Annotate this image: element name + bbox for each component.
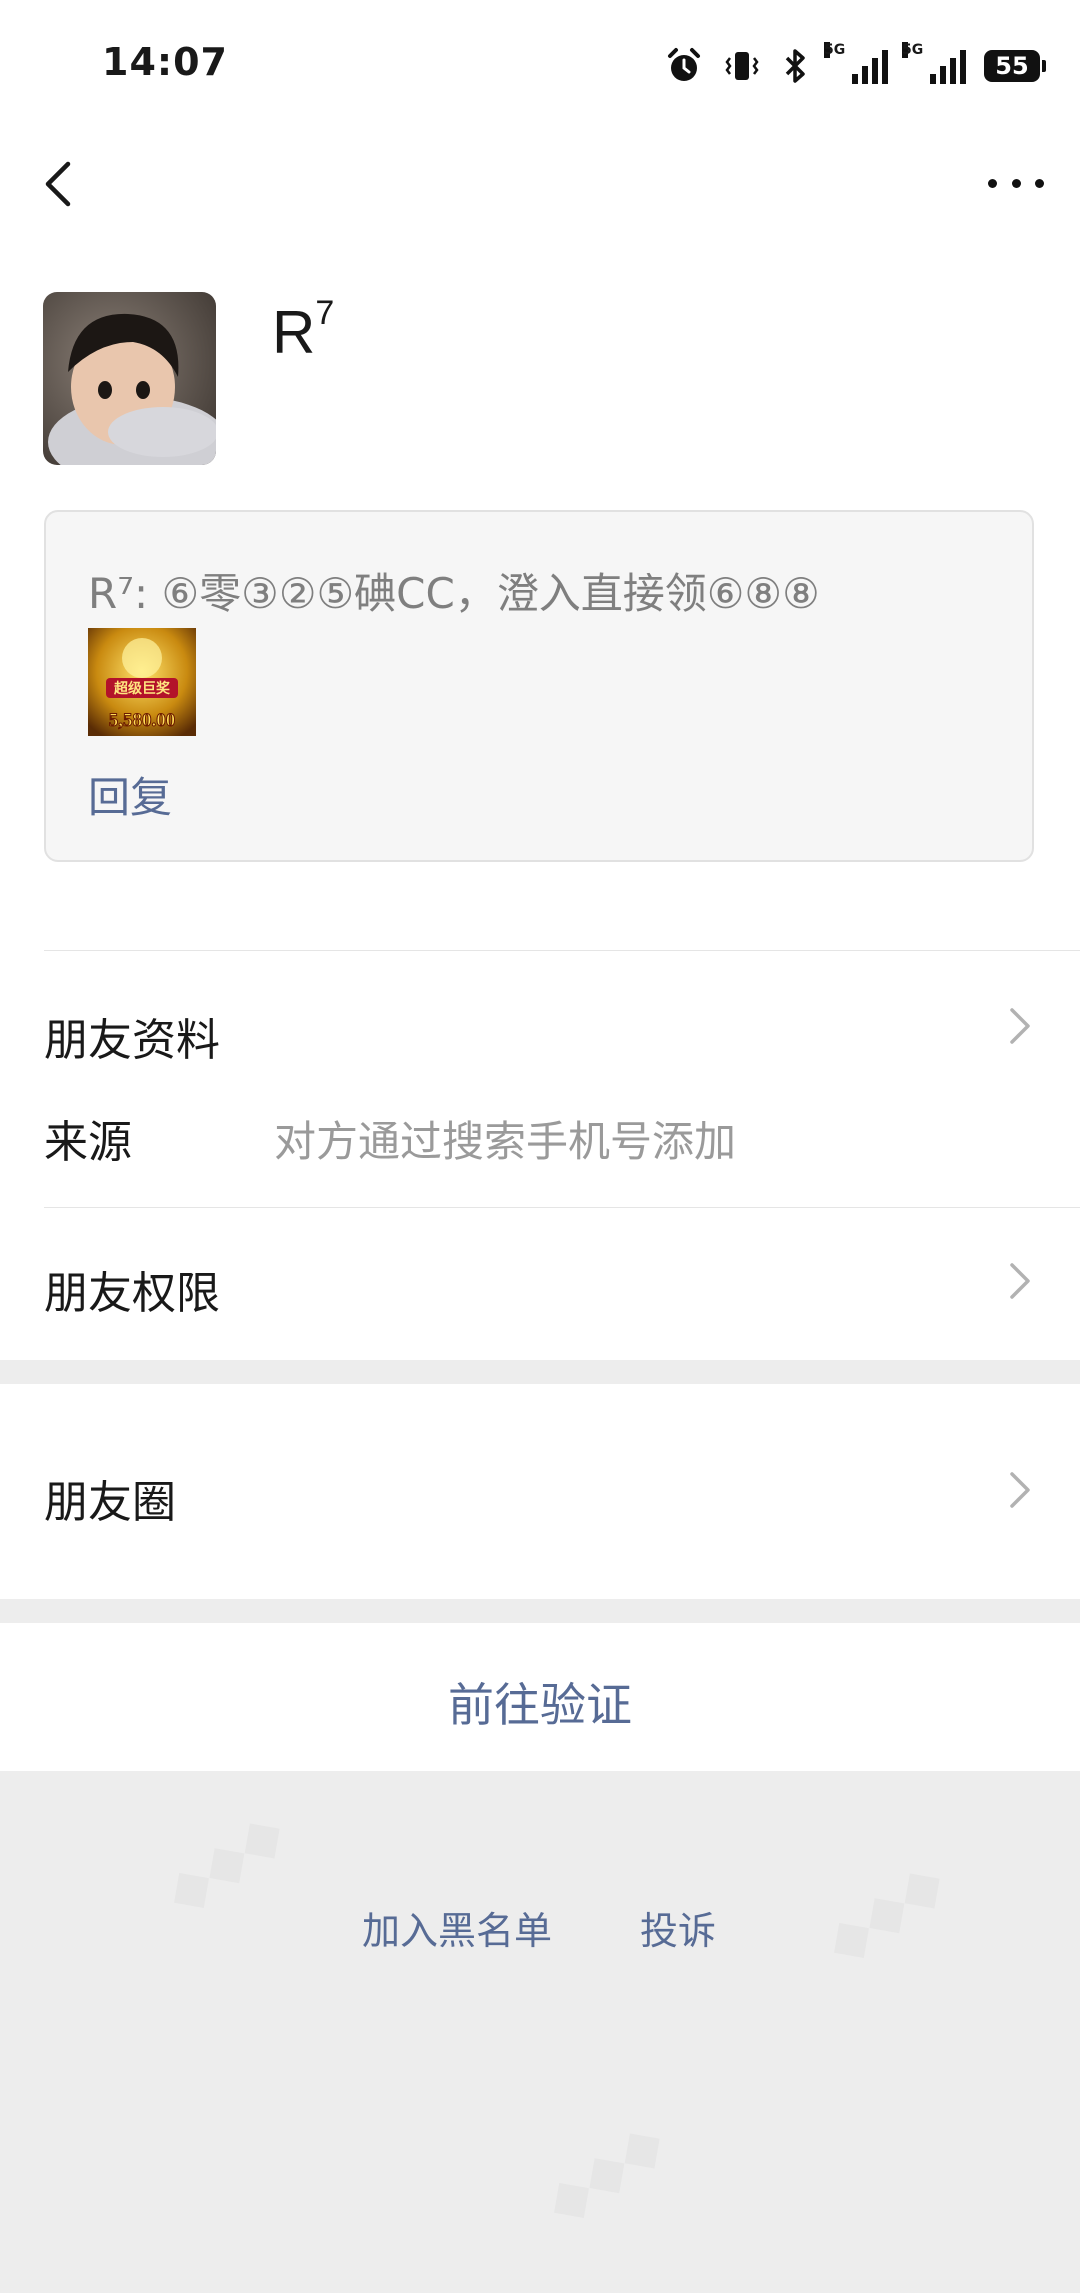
- signal-icon: 5G: [902, 42, 966, 84]
- source-value: 对方通过搜索手机号添加: [274, 1117, 737, 1166]
- chevron-left-icon[interactable]: [36, 160, 84, 208]
- network-type-label: 5G: [902, 42, 924, 58]
- avatar[interactable]: [43, 292, 216, 465]
- report-link[interactable]: 投诉: [640, 1900, 716, 1955]
- bluetooth-icon: [785, 49, 805, 83]
- verify-button[interactable]: 前往验证: [0, 1669, 1080, 1735]
- avatar-image: [43, 292, 216, 465]
- greeting-message: R⁷: ⑥零③②⑤碘CC，澄入直接领⑥⑧⑧: [88, 569, 820, 618]
- thumbnail-caption: 超级巨奖: [113, 680, 171, 697]
- greeting-card: R⁷: ⑥零③②⑤碘CC，澄入直接领⑥⑧⑧ 超级巨奖 5,580.00 回复: [44, 510, 1034, 862]
- network-type-label: 5G: [824, 42, 846, 58]
- jackpot-image: 超级巨奖 5,580.00: [88, 628, 196, 736]
- nickname: R7: [272, 294, 334, 367]
- divider: [44, 1207, 1080, 1208]
- more-horizontal-icon[interactable]: [988, 168, 1044, 198]
- watermark: ◆◆◆: [533, 2109, 676, 2236]
- permissions-label: 朋友权限: [44, 1268, 220, 1319]
- thumbnail-amount: 5,580.00: [109, 710, 176, 731]
- verify-section: 前往验证: [0, 1623, 1080, 1771]
- watermark: ◆◆◆: [813, 1849, 956, 1976]
- source-label: 来源: [44, 1117, 132, 1168]
- alarm-icon: [668, 48, 700, 81]
- battery-icon: 55: [984, 50, 1046, 82]
- status-time: 14:07: [102, 40, 228, 84]
- nickname-text: R: [272, 299, 316, 366]
- friend-info-row[interactable]: 朋友资料: [0, 960, 1080, 1100]
- moments-row[interactable]: 朋友圈: [0, 1384, 1080, 1599]
- vibrate-icon: [725, 52, 759, 80]
- greeting-thumbnail[interactable]: 超级巨奖 5,580.00: [88, 628, 196, 736]
- reply-button[interactable]: 回复: [88, 764, 172, 825]
- status-icons: 5G 5G 55: [664, 42, 1046, 88]
- watermark: ◆◆◆: [153, 1799, 296, 1926]
- section-separator: [0, 1599, 1080, 1623]
- moments-label: 朋友圈: [44, 1477, 176, 1528]
- chevron-right-icon: [1010, 1008, 1030, 1044]
- section-separator: [0, 1360, 1080, 1384]
- blacklist-link[interactable]: 加入黑名单: [362, 1900, 552, 1955]
- chevron-right-icon: [1010, 1472, 1030, 1508]
- battery-level: 55: [995, 52, 1029, 80]
- divider: [44, 950, 1080, 951]
- friend-info-label: 朋友资料: [44, 1015, 220, 1066]
- permissions-row[interactable]: 朋友权限: [0, 1215, 1080, 1355]
- chevron-right-icon: [1010, 1263, 1030, 1299]
- signal-icon: 5G: [824, 42, 888, 84]
- nickname-superscript: 7: [315, 294, 335, 332]
